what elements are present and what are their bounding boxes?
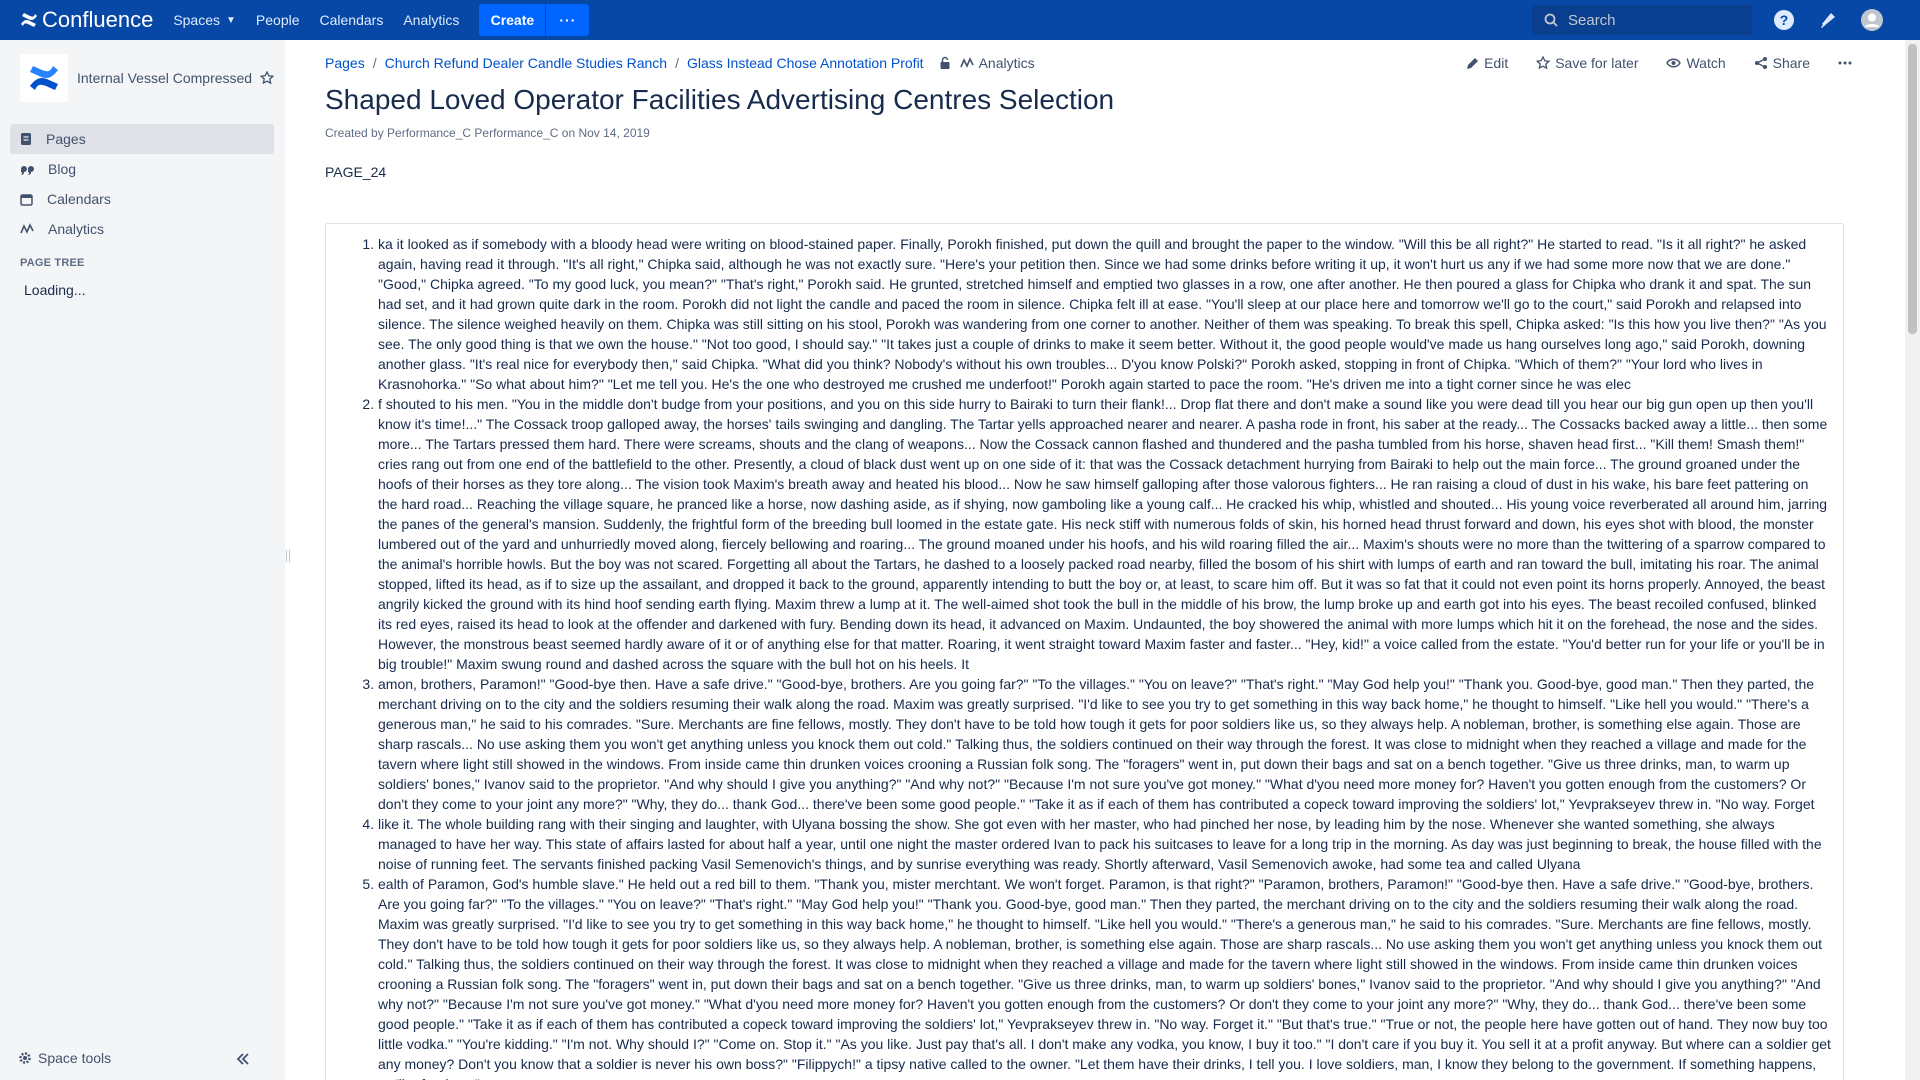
avatar[interactable]: [1861, 9, 1883, 31]
edit-button[interactable]: Edit: [1466, 55, 1508, 71]
sidebar: Internal Vessel Compressed Pages Blog Ca…: [0, 40, 285, 1080]
sidebar-item-label: Calendars: [47, 191, 111, 207]
space-header: Internal Vessel Compressed: [20, 54, 275, 102]
breadcrumb: Pages / Church Refund Dealer Candle Stud…: [325, 55, 1035, 71]
top-navigation: Confluence Spaces ▼ People Calendars Ana…: [0, 0, 1920, 40]
scrollbar-thumb[interactable]: [1908, 44, 1917, 334]
main-content: Pages / Church Refund Dealer Candle Stud…: [291, 40, 1905, 1080]
edit-label: Edit: [1484, 55, 1509, 71]
breadcrumb-parent[interactable]: Church Refund Dealer Candle Studies Ranc…: [385, 55, 668, 71]
quote-icon: [21, 166, 34, 175]
sidebar-item-blog[interactable]: Blog: [10, 154, 274, 184]
list-item: ealth of Paramon, God's humble slave." H…: [378, 874, 1831, 1080]
search-input[interactable]: Search: [1532, 5, 1752, 35]
confluence-logo-icon: [21, 13, 37, 27]
page-analytics-label: Analytics: [978, 55, 1035, 71]
more-actions-button[interactable]: [1838, 61, 1857, 65]
list-item: like it. The whole building rang with th…: [378, 814, 1831, 874]
collapse-sidebar-icon[interactable]: [236, 1052, 250, 1068]
resize-handle-icon: [286, 550, 290, 562]
breadcrumb-separator: /: [675, 55, 679, 71]
page-metadata: Created by Performance_C Performance_C o…: [325, 126, 650, 140]
confluence-logo[interactable]: Confluence: [20, 7, 153, 33]
sidebar-links: Pages Blog Calendars Analytics: [10, 124, 274, 244]
page-analytics-link[interactable]: Analytics: [959, 55, 1035, 71]
breadcrumb-separator: /: [372, 55, 377, 71]
space-tools-label: Space tools: [38, 1050, 112, 1066]
page-tag: PAGE_24: [325, 164, 387, 180]
sidebar-item-label: Analytics: [48, 221, 105, 237]
watch-label: Watch: [1686, 55, 1726, 71]
nav-analytics-label: Analytics: [403, 12, 460, 28]
sidebar-item-label: Pages: [46, 131, 86, 147]
breadcrumb-pages[interactable]: Pages: [325, 55, 365, 71]
analytics-icon: [959, 57, 974, 68]
sidebar-item-calendars[interactable]: Calendars: [10, 184, 274, 214]
nav-spaces-label: Spaces: [173, 12, 221, 28]
chevron-down-icon: ▼: [226, 14, 236, 26]
share-icon: [1754, 57, 1767, 69]
help-icon[interactable]: ?: [1773, 9, 1795, 31]
nav-spaces[interactable]: Spaces ▼: [173, 12, 236, 28]
nav-analytics[interactable]: Analytics: [403, 12, 459, 28]
pencil-icon: [1467, 57, 1479, 69]
sidebar-item-label: Blog: [48, 161, 77, 177]
space-tools-button[interactable]: Space tools: [18, 1050, 111, 1066]
lock-icon[interactable]: [938, 56, 952, 70]
gear-icon: [19, 1052, 31, 1064]
content-list: ka it looked as if somebody with a blood…: [326, 234, 1831, 1080]
search-icon: [1544, 13, 1558, 27]
star-icon: [1536, 56, 1551, 70]
nav-people-label: People: [255, 12, 300, 28]
share-label: Share: [1772, 55, 1810, 71]
more-icon: [1838, 61, 1852, 65]
eye-icon: [1666, 58, 1682, 68]
space-logo[interactable]: [20, 54, 68, 102]
page-scrollbar[interactable]: [1905, 40, 1920, 1080]
share-button[interactable]: Share: [1754, 55, 1810, 71]
nav-calendars[interactable]: Calendars: [320, 12, 384, 28]
analytics-icon: [20, 223, 34, 234]
space-logo-icon: [30, 66, 58, 90]
star-icon[interactable]: [260, 71, 275, 85]
save-for-later-button[interactable]: Save for later: [1536, 55, 1638, 71]
search-placeholder: Search: [1568, 11, 1616, 29]
sidebar-item-analytics[interactable]: Analytics: [10, 214, 274, 244]
sidebar-item-pages[interactable]: Pages: [10, 124, 274, 154]
calendar-icon: [20, 193, 33, 206]
page-title: Shaped Loved Operator Facilities Adverti…: [325, 84, 1115, 115]
nav-people[interactable]: People: [256, 12, 300, 28]
create-button[interactable]: Create: [479, 4, 546, 36]
list-item: ka it looked as if somebody with a blood…: [378, 234, 1831, 394]
nav-calendars-label: Calendars: [319, 12, 384, 28]
notifications-icon[interactable]: [1817, 9, 1839, 31]
page-actions: Edit Save for later Watch Share: [1438, 55, 1857, 71]
watch-button[interactable]: Watch: [1666, 55, 1726, 71]
list-item: amon, brothers, Paramon!" "Good-bye then…: [378, 674, 1831, 814]
list-item: f shouted to his men. "You in the middle…: [378, 394, 1831, 674]
breadcrumb-current-parent[interactable]: Glass Instead Chose Annotation Profit: [687, 55, 924, 71]
page-icon: [21, 133, 31, 145]
save-label: Save for later: [1555, 55, 1639, 71]
logo-text: Confluence: [42, 7, 154, 32]
svg-text:?: ?: [1780, 12, 1789, 28]
page-tree-title: PAGE TREE: [20, 257, 85, 269]
create-more-button[interactable]: ···: [545, 4, 590, 36]
content-panel: ka it looked as if somebody with a blood…: [325, 223, 1844, 1080]
page-tree-loading: Loading...: [24, 282, 86, 298]
space-name[interactable]: Internal Vessel Compressed: [77, 70, 252, 86]
